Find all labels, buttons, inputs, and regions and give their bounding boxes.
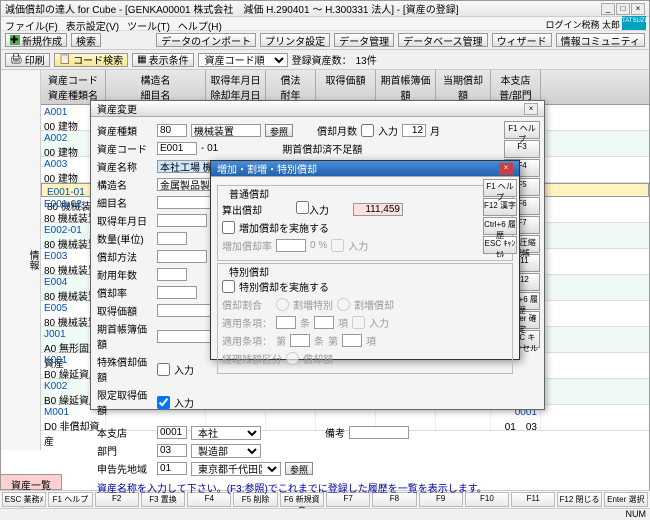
cond-button[interactable]: ▦表示条件 bbox=[132, 53, 193, 67]
datamgr-button[interactable]: データ管理 bbox=[334, 33, 394, 47]
normal-dep-group: 普通償却 算出償却入力 増加償却を実施する 増加償却率0 %入力 bbox=[217, 185, 513, 261]
fkey[interactable]: ESC 業務ﾒﾆｭ bbox=[2, 492, 46, 507]
qty-input[interactable] bbox=[157, 232, 187, 245]
increase-check[interactable] bbox=[222, 221, 235, 234]
branch-select[interactable]: 本社 bbox=[191, 426, 261, 440]
search-button[interactable]: 検索 bbox=[71, 33, 101, 47]
sort-select[interactable]: 資産コード順 bbox=[198, 53, 288, 67]
code-search-button[interactable]: 📋コード検索 bbox=[54, 53, 128, 67]
new-button[interactable]: ✚新規作成 bbox=[5, 33, 67, 47]
maximize-button[interactable]: □ bbox=[616, 3, 630, 15]
logo: TATSUZI bbox=[622, 16, 646, 30]
bottom-tabs: 資産一覧 bbox=[0, 474, 62, 490]
f1-key[interactable]: F1 ヘルプ bbox=[504, 121, 540, 139]
print-button[interactable]: 🖨印刷 bbox=[5, 53, 50, 67]
fkey[interactable]: F1 ヘルプ bbox=[48, 492, 92, 507]
special-dep-group: 特別償却 特別償却を実施する 償却割合割増特別割増償却 適用条項：条項入力 適用… bbox=[217, 263, 513, 374]
menu-help[interactable]: ヘルプ(H) bbox=[178, 18, 222, 29]
close-button[interactable]: × bbox=[631, 3, 645, 15]
hint-text: 資産名称を入力して下さい。(F3:参照)でこれまでに登録した履歴を一覧を表示しま… bbox=[97, 480, 538, 495]
d2-ctrl[interactable]: Ctrl+6 履歴 bbox=[483, 217, 517, 235]
login-user: ログイン税務 太郎 bbox=[545, 18, 620, 31]
count-label: 登録資産数： bbox=[292, 52, 352, 67]
dep-method-input[interactable] bbox=[157, 250, 207, 263]
toolbar-2: 🖨印刷 📋コード検索 ▦表示条件 資産コード順 登録資産数： 13件 bbox=[1, 50, 649, 70]
sp-input-check[interactable] bbox=[157, 363, 170, 376]
limit-input-check[interactable] bbox=[157, 396, 170, 409]
type-name-input[interactable] bbox=[191, 124, 261, 137]
special-check[interactable] bbox=[222, 280, 235, 293]
code-input[interactable] bbox=[157, 142, 197, 155]
branch-input[interactable] bbox=[157, 426, 187, 439]
memo-input[interactable] bbox=[349, 426, 409, 439]
type-code-input[interactable] bbox=[157, 124, 187, 137]
rate-input[interactable] bbox=[157, 286, 197, 299]
d2-f12[interactable]: F12 漢字 bbox=[483, 198, 517, 216]
dialog2-title-bar: 増加・割増・特別償却 × bbox=[211, 161, 519, 177]
import-button[interactable]: データのインポート bbox=[156, 33, 256, 47]
ref-button[interactable]: 参照 bbox=[265, 124, 293, 137]
wizard-button[interactable]: ウィザード bbox=[492, 33, 552, 47]
dialog1-title-bar: 資産変更 × bbox=[91, 101, 544, 117]
inc-rate-input bbox=[276, 239, 306, 252]
toolbar-1: ✚新規作成 検索 データのインポート プリンタ設定 データ管理 データベース管理… bbox=[1, 31, 649, 50]
life-input[interactable] bbox=[157, 268, 187, 281]
month-input-check[interactable] bbox=[361, 124, 374, 137]
acq-date-input[interactable] bbox=[157, 214, 207, 227]
dept-select[interactable]: 製造部 bbox=[191, 444, 261, 458]
calc-value-input[interactable] bbox=[353, 203, 403, 216]
dept-input[interactable] bbox=[157, 444, 187, 457]
d2-esc[interactable]: ESC ｷｬﾝｾﾙ bbox=[483, 236, 517, 254]
loc-select[interactable]: 東京都千代田区 bbox=[191, 462, 281, 476]
community-button[interactable]: 情報コミュニティ bbox=[556, 33, 645, 47]
minimize-button[interactable]: _ bbox=[601, 3, 615, 15]
fkey[interactable]: F12 閉じる bbox=[557, 492, 601, 507]
tab-asset-list[interactable]: 資産一覧 bbox=[0, 474, 62, 490]
price-input[interactable] bbox=[157, 304, 217, 317]
f3-key[interactable]: F3 bbox=[504, 140, 540, 158]
month-input[interactable] bbox=[402, 124, 426, 137]
menu-view[interactable]: 表示設定(V) bbox=[66, 18, 119, 29]
d2-f1[interactable]: F1 ヘルプ bbox=[483, 179, 517, 197]
fkey[interactable]: Enter 選択 bbox=[604, 492, 648, 507]
dbmgr-button[interactable]: データベース管理 bbox=[398, 33, 488, 47]
side-tab[interactable]: 情報 bbox=[1, 70, 41, 450]
status-bar: NUM bbox=[0, 508, 650, 520]
calc-input-check[interactable] bbox=[296, 201, 309, 214]
window-title: 減価償却の達人 for Cube - [GENKA00001 株式会社 減価 H… bbox=[5, 1, 600, 16]
loc-input[interactable] bbox=[157, 462, 187, 475]
book-input[interactable] bbox=[157, 330, 217, 343]
menu-tool[interactable]: ツール(T) bbox=[127, 18, 170, 29]
window-title-bar: 減価償却の達人 for Cube - [GENKA00001 株式会社 減価 H… bbox=[1, 1, 649, 17]
dialog2-close[interactable]: × bbox=[499, 163, 513, 175]
count-value: 13件 bbox=[356, 52, 377, 67]
menu-file[interactable]: ファイル(F) bbox=[5, 18, 58, 29]
special-dep-dialog: 増加・割増・特別償却 × 普通償却 算出償却入力 増加償却を実施する 増加償却率… bbox=[210, 160, 520, 360]
dialog1-close[interactable]: × bbox=[524, 103, 538, 115]
printer-button[interactable]: プリンタ設定 bbox=[260, 33, 330, 47]
